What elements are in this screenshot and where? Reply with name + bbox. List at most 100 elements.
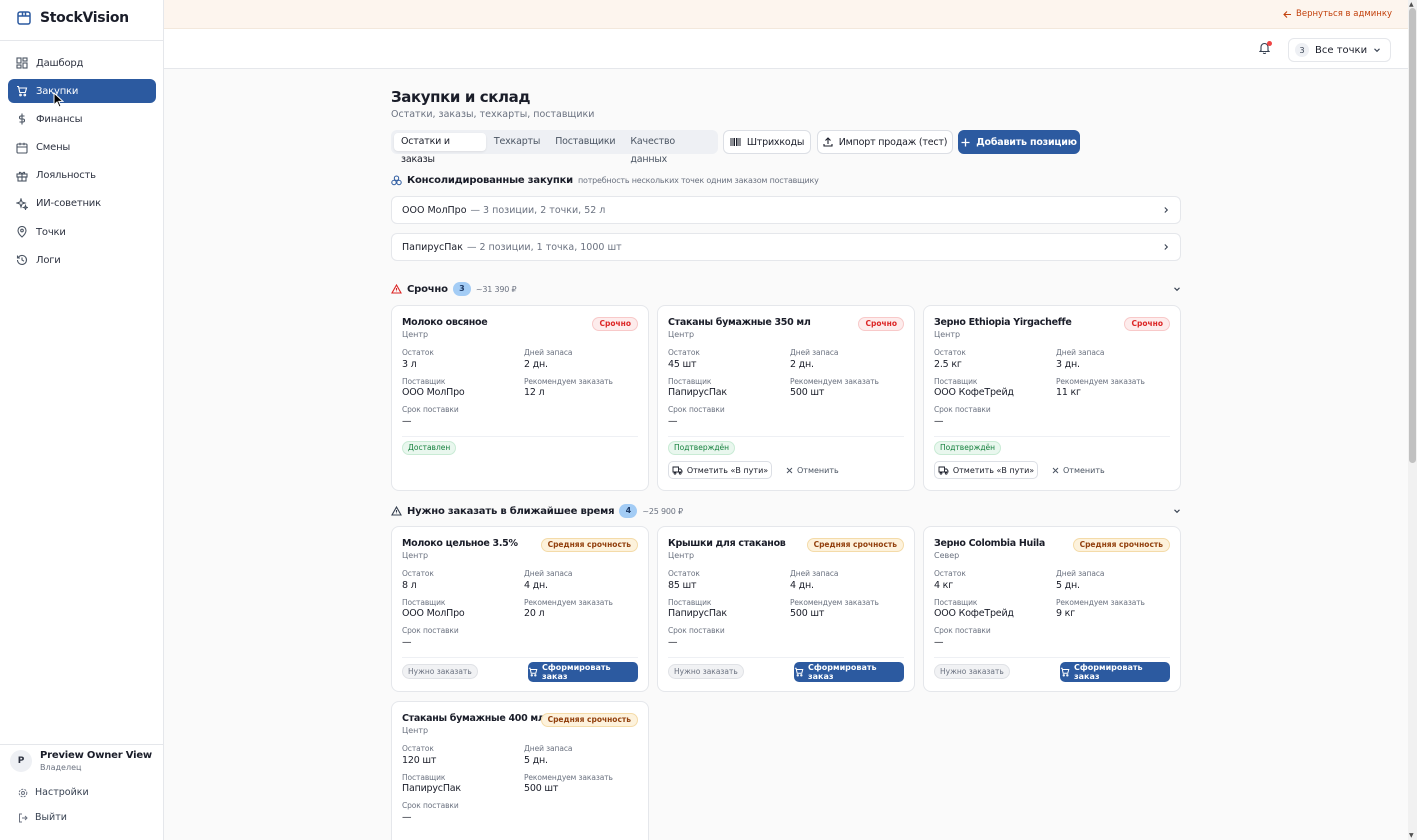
- mark-in-transit-button[interactable]: Отметить «В пути»: [668, 461, 772, 479]
- supplier-label: Поставщик: [668, 377, 712, 386]
- recommend-value: 500 шт: [524, 783, 559, 794]
- urgency-badge: Срочно: [592, 317, 638, 331]
- user-profile[interactable]: P Preview Owner View Владелец: [10, 750, 152, 772]
- history-icon: [16, 254, 28, 266]
- stock-value: 2.5 кг: [934, 359, 962, 370]
- mark-in-transit-label: Отметить «В пути»: [952, 465, 1035, 475]
- cancel-order-button[interactable]: Отменить: [786, 461, 839, 479]
- form-order-button[interactable]: Сформировать заказ: [528, 662, 638, 682]
- item-location: Центр: [402, 551, 429, 560]
- logout-link[interactable]: Выйти: [18, 812, 67, 823]
- points-count-badge: 3: [1295, 43, 1309, 57]
- tab-stock-orders[interactable]: Остатки и заказы: [394, 133, 486, 165]
- add-item-label: Добавить позицию: [976, 136, 1077, 148]
- tab-tech-cards[interactable]: Техкарты: [487, 133, 547, 151]
- settings-link[interactable]: Настройки: [18, 787, 89, 798]
- lead-time-value: —: [934, 416, 944, 427]
- back-to-admin-link[interactable]: Вернуться в админку: [1283, 9, 1392, 19]
- scrollbar-thumb[interactable]: [1409, 8, 1416, 463]
- sidebar-item-label: Логи: [36, 254, 61, 266]
- boxes-icon: [391, 175, 402, 186]
- form-order-label: Сформировать заказ: [542, 663, 611, 681]
- stock-card: Стаканы бумажные 400 мл Центр Средняя ср…: [391, 701, 649, 840]
- item-name: Крышки для стаканов: [668, 538, 786, 549]
- truck-icon: [938, 466, 949, 475]
- sidebar-item-loyalty[interactable]: Лояльность: [8, 164, 156, 188]
- stock-value: 120 шт: [402, 755, 437, 766]
- page-scrollbar[interactable]: ▲ ▼: [1408, 0, 1417, 840]
- urgent-collapse-toggle[interactable]: [1173, 285, 1181, 293]
- lead-time-value: —: [402, 812, 412, 823]
- consolidated-detail: — 2 позиции, 1 точка, 1000 шт: [466, 241, 622, 253]
- item-location: Центр: [402, 330, 429, 339]
- item-location: Центр: [402, 726, 429, 735]
- barcodes-label: Штрихкоды: [746, 136, 805, 148]
- supplier-label: Поставщик: [934, 598, 978, 607]
- tab-data-quality[interactable]: Качество данных: [623, 133, 714, 165]
- scroll-down-icon[interactable]: ▼: [1409, 832, 1414, 839]
- app-name: StockVision: [40, 10, 129, 26]
- item-name: Молоко овсяное: [402, 317, 488, 328]
- sidebar-item-dashboard[interactable]: Дашборд: [8, 51, 156, 75]
- recommend-label: Рекомендуем заказать: [790, 377, 879, 386]
- cancel-order-button[interactable]: Отменить: [1052, 461, 1105, 479]
- notifications-button[interactable]: [1259, 41, 1272, 54]
- points-selector[interactable]: 3 Все точки: [1288, 38, 1391, 62]
- scroll-up-icon[interactable]: ▲: [1409, 1, 1414, 8]
- urgent-title: Срочно: [407, 283, 448, 295]
- urgency-badge: Срочно: [858, 317, 904, 331]
- order-status-badge: Подтверждён: [668, 441, 736, 455]
- sidebar-item-points[interactable]: Точки: [8, 220, 156, 244]
- supplier-value: ООО КофеТрейд: [934, 387, 1014, 398]
- stock-card: Зерно Ethiopia Yirgacheffe Центр Срочно …: [923, 305, 1181, 491]
- consolidated-row[interactable]: ПапирусПак — 2 позиции, 1 точка, 1000 шт: [391, 233, 1181, 261]
- sidebar-item-shifts[interactable]: Смены: [8, 136, 156, 160]
- soon-count-badge: 4: [619, 504, 638, 518]
- add-item-button[interactable]: Добавить позицию: [958, 130, 1080, 154]
- truck-icon: [672, 466, 683, 475]
- urgent-count-badge: 3: [452, 282, 471, 296]
- sidebar-nav: Дашборд Закупки Финансы Смены Лояльность…: [8, 51, 156, 277]
- consolidated-row[interactable]: ООО МолПро — 3 позиции, 2 точки, 52 л: [391, 196, 1181, 224]
- supplier-label: Поставщик: [402, 773, 446, 782]
- supplier-label: Поставщик: [668, 598, 712, 607]
- upload-icon: [823, 137, 833, 147]
- tab-suppliers[interactable]: Поставщики: [548, 133, 622, 151]
- recommend-value: 12 л: [524, 387, 545, 398]
- soon-section-header[interactable]: Нужно заказать в ближайшее время 4 ~25 9…: [391, 504, 683, 518]
- form-order-button[interactable]: Сформировать заказ: [1060, 662, 1170, 682]
- consolidated-supplier: ООО МолПро: [402, 204, 467, 216]
- import-sales-button[interactable]: Импорт продаж (тест): [817, 130, 953, 154]
- chevron-down-icon: [1173, 507, 1181, 515]
- recommend-value: 500 шт: [790, 387, 825, 398]
- days-value: 2 дн.: [790, 359, 814, 370]
- sidebar-item-logs[interactable]: Логи: [8, 248, 156, 272]
- urgent-section-header[interactable]: Срочно 3 ~31 390 ₽: [391, 282, 517, 296]
- item-location: Центр: [934, 330, 961, 339]
- sidebar-item-ai-advisor[interactable]: ИИ-советник: [8, 192, 156, 216]
- form-order-button[interactable]: Сформировать заказ: [794, 662, 904, 682]
- top-bar: 3 Все точки: [164, 29, 1408, 69]
- lead-time-label: Срок поставки: [668, 626, 725, 635]
- sidebar-item-finance[interactable]: Финансы: [8, 107, 156, 131]
- order-status-badge: Подтверждён: [934, 441, 1002, 455]
- days-value: 4 дн.: [790, 580, 814, 591]
- stock-label: Остаток: [668, 569, 700, 578]
- lead-time-label: Срок поставки: [668, 405, 725, 414]
- consolidated-hint: потребность нескольких точек одним заказ…: [577, 176, 819, 185]
- mark-in-transit-button[interactable]: Отметить «В пути»: [934, 461, 1038, 479]
- order-status-badge: Нужно заказать: [934, 664, 1010, 679]
- barcodes-button[interactable]: Штрихкоды: [723, 130, 811, 154]
- app-logo[interactable]: StockVision: [16, 10, 129, 26]
- item-name: Стаканы бумажные 400 мл: [402, 713, 545, 724]
- supplier-value: ООО КофеТрейд: [934, 608, 1014, 619]
- soon-collapse-toggle[interactable]: [1173, 507, 1181, 515]
- item-location: Центр: [668, 330, 695, 339]
- chevron-down-icon: [1373, 46, 1381, 54]
- recommend-label: Рекомендуем заказать: [790, 598, 879, 607]
- form-order-label: Сформировать заказ: [808, 663, 877, 681]
- import-label: Импорт продаж (тест): [838, 136, 948, 148]
- stock-label: Остаток: [402, 348, 434, 357]
- sidebar-item-purchases[interactable]: Закупки: [8, 79, 156, 104]
- days-value: 3 дн.: [1056, 359, 1080, 370]
